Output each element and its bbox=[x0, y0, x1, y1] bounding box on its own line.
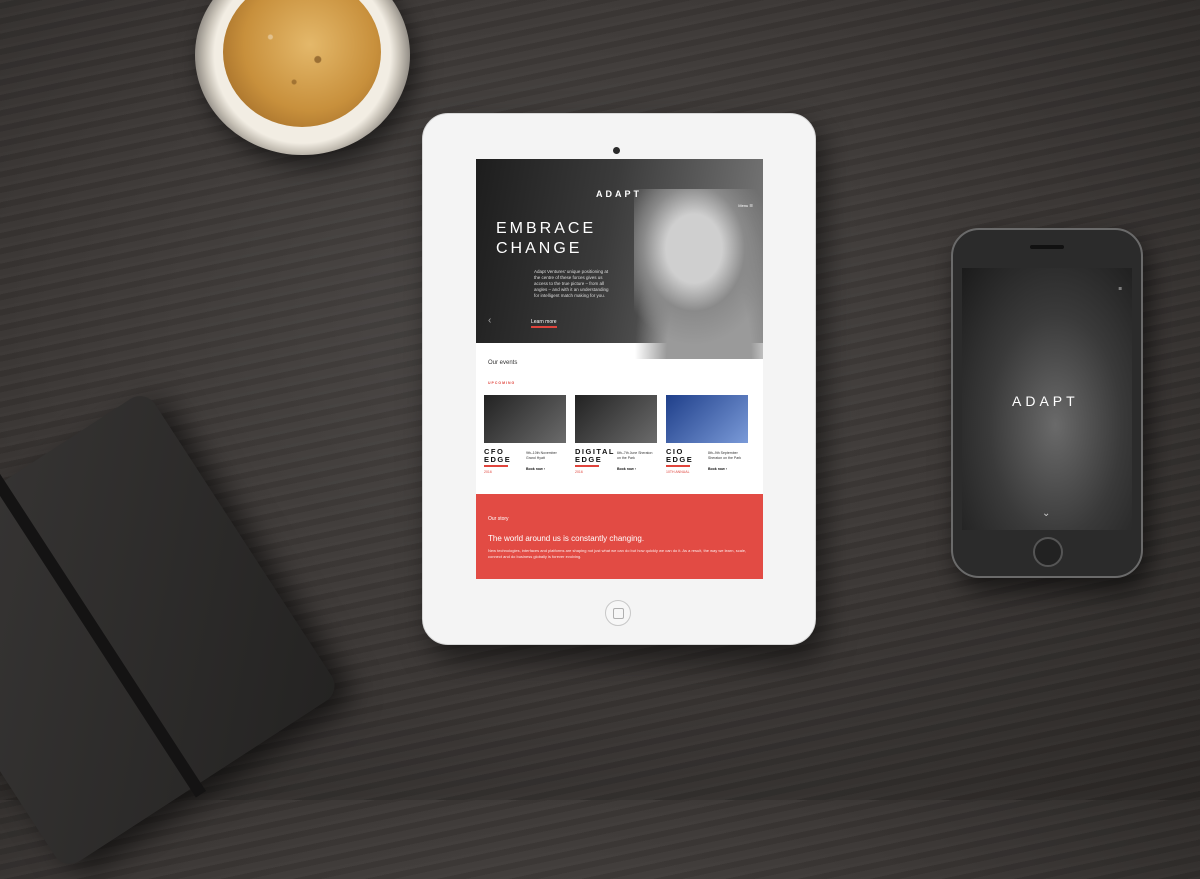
event-year: 2016 bbox=[575, 469, 583, 474]
event-card-cio[interactable]: CIO EDGE 10TH ANNUAL 8th–9th September Sh… bbox=[666, 395, 748, 474]
book-now-link[interactable]: Book now › bbox=[526, 467, 545, 471]
event-meta: 6th–7th June Sheraton on the Park bbox=[617, 451, 653, 460]
story-headline: The world around us is constantly changi… bbox=[488, 534, 645, 543]
book-now-link[interactable]: Book now › bbox=[708, 467, 727, 471]
hamburger-icon: ☰ bbox=[749, 203, 753, 208]
phone-speaker bbox=[1030, 245, 1064, 249]
tablet-device: ADAPT Menu ☰ EMBRACE CHANGE Adapt Ventur… bbox=[422, 113, 816, 645]
phone-screen: ☰ ADAPT ⌄ bbox=[962, 268, 1132, 530]
event-name: CIO EDGE bbox=[666, 447, 694, 464]
event-name: DIGITAL EDGE bbox=[575, 447, 615, 464]
upcoming-tag: UPCOMING bbox=[488, 381, 516, 385]
coffee-cup bbox=[195, 0, 410, 155]
tablet-home-button[interactable] bbox=[605, 600, 631, 626]
tablet-camera bbox=[613, 147, 620, 154]
events-title: Our events bbox=[488, 360, 518, 366]
event-year: 10TH ANNUAL bbox=[666, 469, 690, 474]
story-section: Our story The world around us is constan… bbox=[476, 494, 763, 579]
notebook bbox=[0, 389, 342, 871]
event-card-digital[interactable]: DIGITAL EDGE 2016 6th–7th June Sheraton o… bbox=[575, 395, 657, 474]
event-underline bbox=[575, 465, 599, 467]
story-title: Our story bbox=[488, 516, 509, 522]
hero-portrait bbox=[634, 189, 763, 359]
hero-headline-line2: CHANGE bbox=[496, 240, 583, 257]
hamburger-icon[interactable]: ☰ bbox=[1118, 286, 1122, 291]
tablet-screen: ADAPT Menu ☰ EMBRACE CHANGE Adapt Ventur… bbox=[476, 159, 763, 579]
chevron-down-icon[interactable]: ⌄ bbox=[1042, 508, 1050, 519]
hero-body: Adapt Ventures' unique positioning at th… bbox=[534, 269, 609, 298]
phone-device: ☰ ADAPT ⌄ bbox=[951, 228, 1143, 578]
event-meta: 8th–9th September Sheraton on the Park bbox=[708, 451, 742, 460]
chevron-left-icon[interactable]: ‹ bbox=[488, 315, 491, 326]
story-body: New technologies, interfaces and platfor… bbox=[488, 548, 747, 559]
event-image bbox=[484, 395, 566, 443]
site-logo[interactable]: ADAPT bbox=[596, 189, 642, 199]
phone-home-button[interactable] bbox=[1033, 537, 1063, 567]
event-card-cfo[interactable]: CFO EDGE 2016 9th–10th November Grand Hya… bbox=[484, 395, 566, 474]
event-image bbox=[575, 395, 657, 443]
menu-button[interactable]: Menu ☰ bbox=[738, 203, 753, 208]
book-now-link[interactable]: Book now › bbox=[617, 467, 636, 471]
event-underline bbox=[666, 465, 690, 467]
hero-headline-line1: EMBRACE bbox=[496, 220, 597, 237]
menu-label: Menu bbox=[738, 203, 749, 208]
hero-section: ADAPT Menu ☰ EMBRACE CHANGE Adapt Ventur… bbox=[476, 159, 763, 359]
event-underline bbox=[484, 465, 508, 467]
event-image bbox=[666, 395, 748, 443]
event-meta: 9th–10th November Grand Hyatt bbox=[526, 451, 557, 460]
coffee-crema bbox=[223, 0, 381, 127]
learn-more-underline bbox=[531, 326, 557, 328]
learn-more-link[interactable]: Learn more bbox=[531, 319, 557, 325]
event-name: CFO EDGE bbox=[484, 447, 512, 464]
notebook-band bbox=[0, 472, 206, 798]
event-year: 2016 bbox=[484, 469, 492, 474]
phone-logo: ADAPT bbox=[1012, 393, 1079, 409]
hero-headline: EMBRACE CHANGE bbox=[496, 219, 596, 259]
